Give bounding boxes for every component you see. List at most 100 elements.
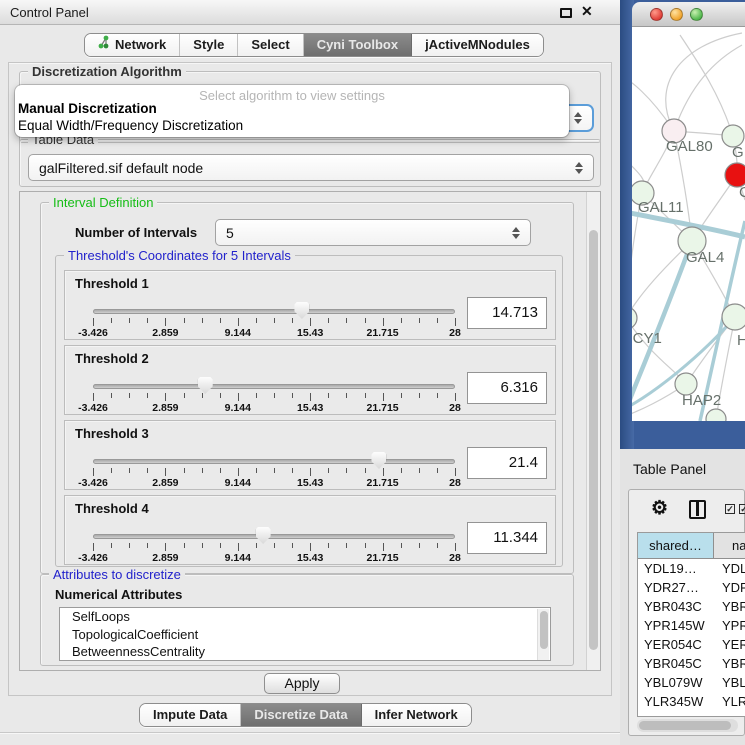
slider-track[interactable] (93, 459, 455, 464)
tick-mark (274, 543, 275, 548)
popup-option-equal-width[interactable]: Equal Width/Frequency Discretization (15, 118, 569, 135)
columns-icon[interactable] (689, 500, 706, 519)
threshold-value-field[interactable]: 14.713 (467, 297, 547, 329)
slider-ticks: -3.4262.8599.14415.4321.71528 (93, 318, 455, 340)
cell-shared-name: YDR27… (638, 578, 714, 597)
node-label: C (739, 184, 745, 201)
table-data-combobox[interactable]: galFiltered.sif default node (28, 154, 594, 181)
network-node-h[interactable] (722, 304, 745, 330)
network-node[interactable] (706, 409, 726, 429)
scrollbar-thumb[interactable] (589, 230, 598, 650)
tick-mark (238, 393, 239, 401)
tick-mark (437, 393, 438, 398)
cell-name: YLR345W (714, 692, 745, 711)
tick-mark (238, 543, 239, 551)
column-header-shared-name[interactable]: shared… (638, 533, 714, 559)
tick-mark (93, 393, 94, 401)
table-row[interactable]: YLR345WYLR345W (638, 692, 745, 711)
float-window-icon[interactable] (560, 8, 572, 18)
cell-shared-name: YLR345W (638, 692, 714, 711)
threshold-value-field[interactable]: 21.4 (467, 447, 547, 479)
tick-mark (111, 543, 112, 548)
table-panel-titlebar: Table Panel (620, 449, 745, 486)
table-row[interactable]: YIL052CYIL052C (638, 711, 745, 717)
table-row[interactable]: YBR043CYBR043C (638, 597, 745, 616)
list-item[interactable]: BetweennessCentrality (60, 643, 550, 661)
tick-mark (310, 468, 311, 476)
vertical-scrollbar[interactable] (586, 192, 600, 670)
threshold-value-field[interactable]: 6.316 (467, 372, 547, 404)
tick-label: 9.144 (225, 327, 251, 339)
number-of-intervals-spinner[interactable]: 5 (215, 219, 531, 246)
tick-label: 28 (449, 327, 461, 339)
checkbox-icon[interactable]: ✓ (725, 504, 735, 514)
tab-impute-data[interactable]: Impute Data (140, 704, 241, 726)
list-item[interactable]: TopologicalCoefficient (60, 626, 550, 644)
tick-label: 15.43 (297, 477, 323, 489)
checkbox-icon[interactable]: ✓ (739, 504, 745, 514)
close-icon[interactable]: ✕ (581, 3, 593, 20)
tab-jactivemnodules[interactable]: jActiveMNodules (412, 34, 543, 56)
list-item[interactable]: SelfLoops (60, 608, 550, 626)
tab-cyni-toolbox[interactable]: Cyni Toolbox (304, 34, 412, 56)
slider-thumb[interactable] (198, 377, 213, 394)
cell-shared-name: YER054C (638, 635, 714, 654)
table-row[interactable]: YDR27…YDR27… (638, 578, 745, 597)
right-column: GAL80GCGAL11GAL4GCY1HHAP2 Table Panel ⚙ … (620, 0, 745, 745)
horizontal-scrollbar[interactable] (637, 719, 738, 732)
tab-select[interactable]: Select (238, 34, 303, 56)
slider-thumb[interactable] (256, 527, 271, 544)
tab-network[interactable]: Network (85, 34, 180, 56)
table-row[interactable]: YBR045CYBR045C (638, 654, 745, 673)
table-row[interactable]: YER054CYER054C (638, 635, 745, 654)
tick-mark (147, 393, 148, 398)
tab-infer-network[interactable]: Infer Network (362, 704, 471, 726)
attributes-group: Attributes to discretize Numerical Attri… (40, 574, 574, 666)
tick-mark (111, 468, 112, 473)
table-row[interactable]: YBL079WYBL079W (638, 673, 745, 692)
popup-option-manual-discretization[interactable]: Manual Discretization (15, 101, 569, 118)
cell-shared-name: YIL052C (638, 711, 714, 717)
network-icon (98, 34, 110, 56)
tick-mark (401, 318, 402, 323)
tab-label: Network (115, 34, 166, 56)
slider-thumb[interactable] (371, 452, 386, 469)
table-row[interactable]: YPR145WYPR145W (638, 616, 745, 635)
tick-mark (184, 393, 185, 398)
gear-icon[interactable]: ⚙ (651, 498, 668, 520)
slider-track[interactable] (93, 309, 455, 314)
tick-label: 21.715 (367, 327, 399, 339)
tick-mark (346, 543, 347, 548)
list-scrollbar[interactable] (537, 609, 549, 660)
slider-track[interactable] (93, 534, 455, 539)
slider-track[interactable] (93, 384, 455, 389)
threshold-box: Threshold 2-3.4262.8599.14415.4321.71528… (64, 345, 556, 415)
node-table: shared… name YDL19…YDL19…YDR27…YDR27…YBR… (637, 532, 745, 717)
tick-mark (129, 393, 130, 398)
tick-mark (129, 543, 130, 548)
numerical-attributes-list[interactable]: SelfLoopsTopologicalCoefficientBetweenne… (59, 607, 551, 661)
table-row[interactable]: YDL19…YDL19… (638, 559, 745, 578)
tick-label: 2.859 (152, 552, 178, 564)
apply-button[interactable]: Apply (264, 673, 340, 694)
thresholds-group-label: Threshold's Coordinates for 5 Intervals (64, 248, 295, 263)
tick-mark (383, 468, 384, 476)
threshold-label: Threshold 1 (75, 276, 149, 291)
tick-label: 9.144 (225, 477, 251, 489)
tick-mark (111, 318, 112, 323)
tick-mark (346, 393, 347, 398)
cell-name: YBR045C (714, 654, 745, 673)
scrollbar-thumb[interactable] (639, 721, 731, 730)
tab-style[interactable]: Style (180, 34, 238, 56)
tick-label: 21.715 (367, 402, 399, 414)
tab-label: Discretize Data (254, 704, 347, 726)
network-node-gcy1[interactable] (620, 307, 637, 329)
algorithm-dropdown-popup: Select algorithm to view settings Manual… (15, 85, 569, 137)
column-header-name[interactable]: name (714, 533, 745, 559)
panel-title: Control Panel (10, 5, 89, 20)
slider-thumb[interactable] (294, 302, 309, 319)
tab-discretize-data[interactable]: Discretize Data (241, 704, 361, 726)
tick-mark (455, 468, 456, 476)
threshold-value-field[interactable]: 11.344 (467, 522, 547, 554)
network-canvas[interactable]: GAL80GCGAL11GAL4GCY1HHAP2 (620, 0, 745, 449)
